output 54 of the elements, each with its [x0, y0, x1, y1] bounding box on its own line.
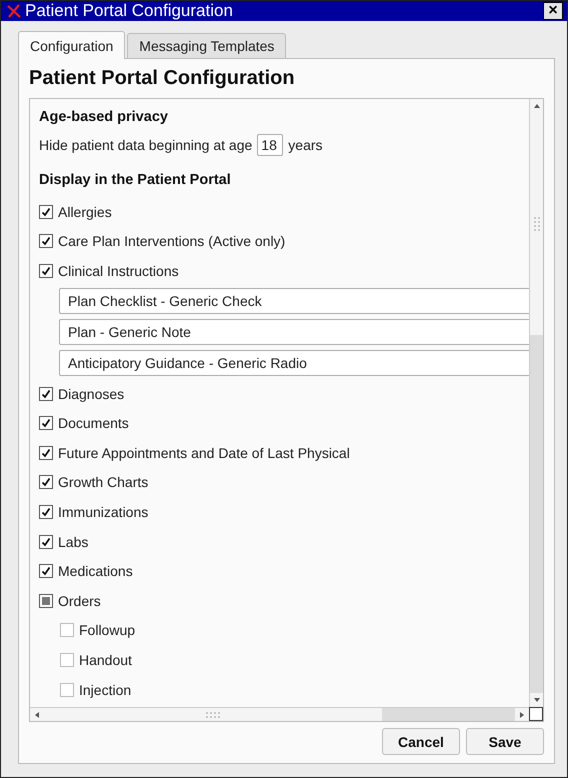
checkbox-label: Diagnoses	[58, 386, 124, 402]
window-title: Patient Portal Configuration	[25, 1, 234, 21]
scroll-right-icon[interactable]	[515, 708, 529, 721]
close-button[interactable]: ×	[543, 2, 563, 20]
checkbox-label: Documents	[58, 415, 129, 432]
checkbox-label: Future Appointments and Date of Last Physical	[58, 444, 350, 461]
scroll-up-icon[interactable]	[530, 99, 543, 113]
checkbox[interactable]	[39, 594, 53, 608]
checkbox[interactable]	[39, 446, 53, 460]
input-field[interactable]: Plan Checklist - Generic Check	[59, 288, 529, 314]
age-field[interactable]: 18	[257, 134, 284, 156]
horizontal-scrollbar[interactable]	[30, 707, 529, 721]
checkbox-label: Care Plan Interventions (Active only)	[58, 233, 286, 250]
checkbox[interactable]	[60, 682, 74, 697]
vertical-scrollbar[interactable]	[529, 99, 543, 707]
input-field[interactable]: Anticipatory Guidance - Generic Radio	[59, 350, 529, 376]
app-logo-icon	[7, 4, 21, 18]
grip-icon	[532, 216, 540, 232]
checkbox[interactable]	[39, 564, 53, 578]
dialog-button[interactable]: Cancel	[382, 728, 460, 755]
scroll-down-icon[interactable]	[530, 693, 543, 707]
checkbox[interactable]	[39, 416, 53, 430]
checkbox-label: Labs	[58, 534, 88, 550]
checkbox-label: Injection	[79, 682, 132, 698]
age-label: Hide patient data beginning at age	[39, 137, 252, 153]
checkbox-label: Immunizations	[58, 504, 148, 520]
scrollbar-thumb[interactable]	[44, 708, 382, 721]
unit-label: years	[288, 137, 323, 153]
checkbox-label: Followup	[79, 622, 136, 638]
section-title: Age-based privacy	[39, 109, 169, 125]
checkbox-label: Handout	[79, 652, 132, 668]
checkbox[interactable]	[60, 652, 74, 667]
input-field[interactable]: Plan - Generic Note	[59, 318, 529, 345]
checkbox[interactable]	[39, 204, 53, 219]
section-title: Display in the Patient Portal	[39, 172, 232, 188]
dialog-button[interactable]: Save	[466, 728, 544, 755]
checkbox[interactable]	[39, 504, 53, 519]
checkbox[interactable]	[39, 386, 53, 401]
checkbox[interactable]	[60, 623, 74, 638]
checkbox-label: Clinical Instructions	[58, 262, 179, 279]
checkbox-label: Allergies	[58, 204, 112, 220]
checkbox-label: Orders	[58, 592, 101, 609]
scrollbar-thumb[interactable]	[530, 113, 543, 335]
page-heading: Patient Portal Configuration	[29, 67, 296, 90]
checkbox[interactable]	[39, 264, 53, 278]
tab[interactable]: Messaging Templates	[127, 33, 286, 58]
checkbox[interactable]	[39, 475, 53, 490]
checkbox[interactable]	[39, 234, 53, 248]
grip-icon	[205, 710, 221, 718]
checkbox-label: Growth Charts	[58, 474, 148, 490]
checkbox[interactable]	[39, 534, 53, 549]
checkbox-label: Medications	[58, 563, 133, 580]
tab[interactable]: Configuration	[18, 31, 126, 59]
scroll-left-icon[interactable]	[30, 708, 44, 721]
